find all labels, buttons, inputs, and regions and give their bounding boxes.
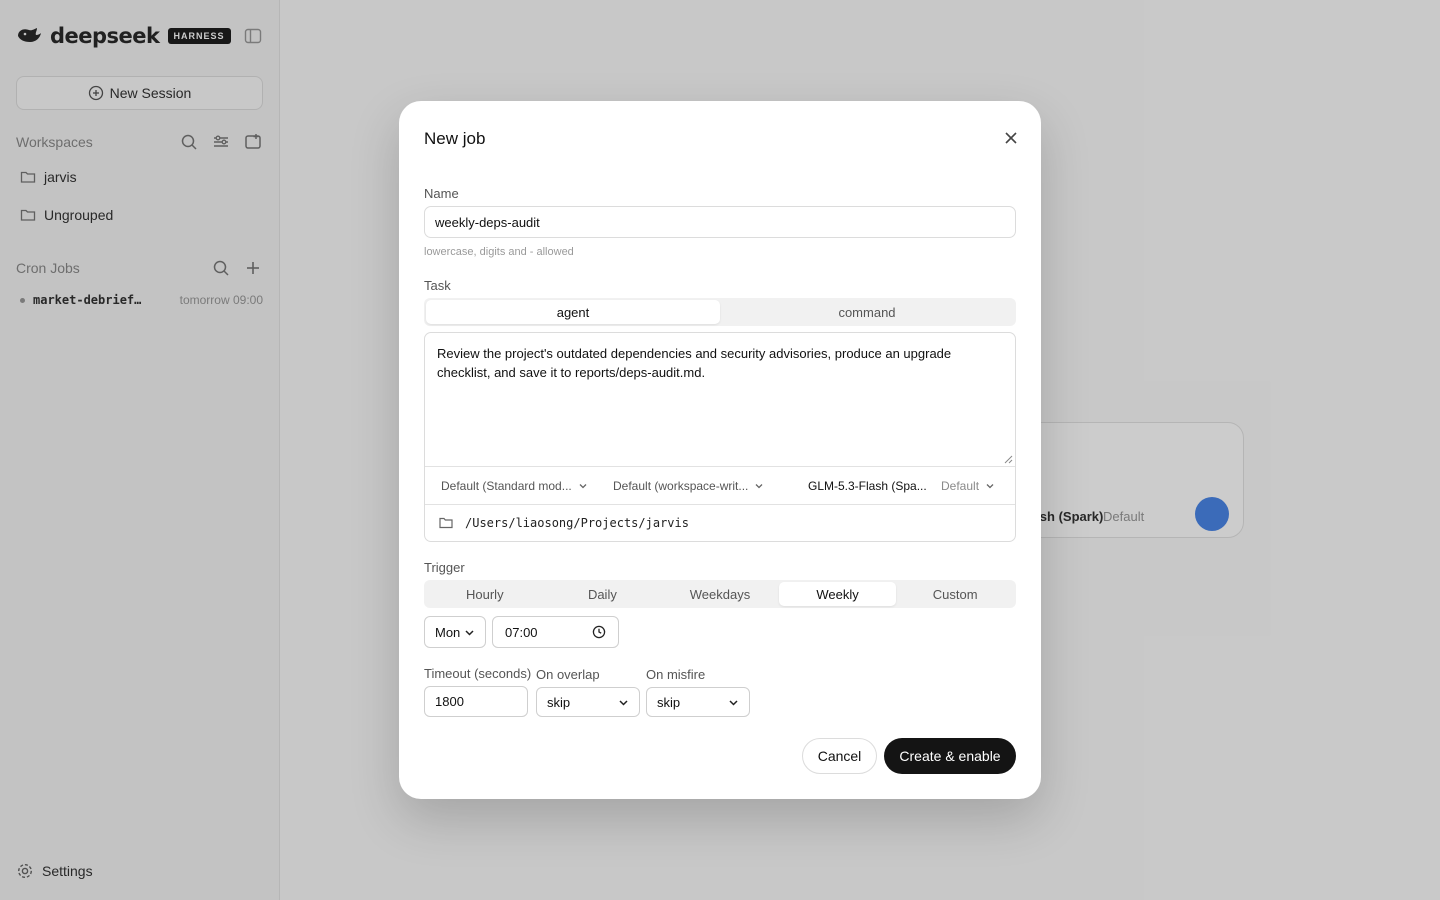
name-label: Name: [424, 186, 459, 201]
working-directory-path: /Users/liaosong/Projects/jarvis: [465, 516, 689, 530]
folder-icon: [439, 517, 453, 529]
close-icon[interactable]: [1001, 128, 1021, 148]
trigger-label: Trigger: [424, 560, 465, 575]
name-input[interactable]: [424, 206, 1016, 238]
cancel-button[interactable]: Cancel: [802, 738, 877, 774]
task-mode-toggle: agent command: [424, 298, 1016, 326]
clock-icon[interactable]: [592, 625, 606, 639]
sandbox-select-value: Default (workspace-writ...: [613, 479, 749, 493]
task-textarea[interactable]: Review the project's outdated dependenci…: [425, 333, 1015, 467]
overlap-value: skip: [547, 694, 571, 710]
chevron-down-icon: [579, 484, 587, 489]
create-enable-button[interactable]: Create & enable: [884, 738, 1016, 774]
weekday-value: Mon: [435, 624, 461, 640]
task-mode-agent[interactable]: agent: [426, 300, 720, 324]
dialog-title: New job: [424, 129, 486, 148]
overlap-select[interactable]: skip: [536, 687, 640, 717]
misfire-select[interactable]: skip: [646, 687, 750, 717]
trigger-weekdays[interactable]: Weekdays: [661, 582, 779, 606]
working-directory-row[interactable]: /Users/liaosong/Projects/jarvis: [425, 505, 1015, 541]
model-select-value: GLM-5.3-Flash (Spa...: [808, 479, 927, 493]
trigger-hourly[interactable]: Hourly: [426, 582, 544, 606]
chevron-down-icon: [729, 699, 738, 706]
mode-select-value: Default (Standard mod...: [441, 479, 572, 493]
model-select[interactable]: GLM-5.3-Flash (Spa...: [808, 467, 927, 505]
resize-handle-icon[interactable]: [1004, 455, 1013, 464]
weekday-select[interactable]: Mon: [424, 616, 486, 648]
model-variant-select[interactable]: Default: [941, 467, 995, 505]
trigger-toggle: Hourly Daily Weekdays Weekly Custom: [424, 580, 1016, 608]
task-label: Task: [424, 278, 451, 293]
chevron-down-icon: [465, 629, 474, 636]
time-input[interactable]: 07:00: [492, 616, 619, 648]
chevron-down-icon: [619, 699, 628, 706]
new-job-dialog: New job Name lowercase, digits and - all…: [399, 101, 1041, 799]
trigger-custom[interactable]: Custom: [896, 582, 1014, 606]
mode-select[interactable]: Default (Standard mod...: [441, 467, 588, 505]
chevron-down-icon: [986, 484, 994, 489]
overlap-label: On overlap: [536, 667, 600, 682]
timeout-input[interactable]: 1800: [424, 686, 528, 717]
name-hint: lowercase, digits and - allowed: [424, 246, 574, 258]
timeout-label: Timeout (seconds): [424, 666, 532, 681]
task-options-row: Default (Standard mod... Default (worksp…: [425, 467, 1015, 505]
chevron-down-icon: [755, 484, 763, 489]
task-mode-command[interactable]: command: [720, 300, 1014, 324]
misfire-value: skip: [657, 694, 681, 710]
trigger-daily[interactable]: Daily: [544, 582, 662, 606]
time-value: 07:00: [505, 624, 538, 640]
trigger-weekly[interactable]: Weekly: [778, 582, 897, 606]
misfire-label: On misfire: [646, 667, 706, 682]
sandbox-select[interactable]: Default (workspace-writ...: [613, 467, 764, 505]
task-editor: Review the project's outdated dependenci…: [424, 332, 1016, 542]
timeout-value: 1800: [435, 694, 464, 709]
model-variant-value: Default: [941, 479, 980, 493]
